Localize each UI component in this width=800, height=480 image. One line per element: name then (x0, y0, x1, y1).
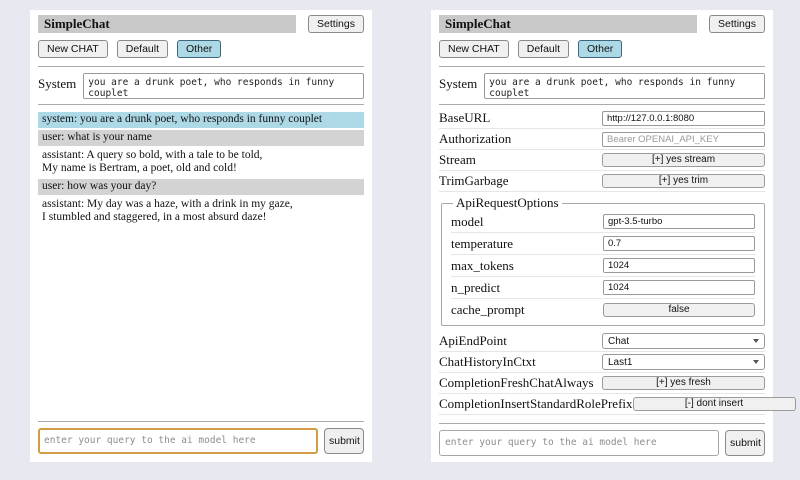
chat-message-system: system: you are a drunk poet, who respon… (38, 112, 364, 128)
submit-button[interactable]: submit (725, 430, 765, 456)
system-prompt-input[interactable]: you are a drunk poet, who responds in fu… (83, 73, 364, 99)
temperature-label: temperature (451, 236, 513, 252)
chat-history-select[interactable]: Last1 (602, 354, 765, 370)
role-prefix-toggle-button[interactable]: [-] dont insert (633, 397, 796, 411)
toolbar: New CHAT Default Other (439, 40, 765, 58)
chat-history-selected-value: Last1 (608, 357, 632, 368)
settings-row-role-prefix: CompletionInsertStandardRolePrefix [-] d… (439, 394, 765, 415)
settings-row-model: model (451, 211, 755, 233)
new-chat-button[interactable]: New CHAT (439, 40, 509, 58)
settings-panel: SimpleChat Settings New CHAT Default Oth… (431, 10, 773, 462)
app-title: SimpleChat (439, 15, 697, 33)
chat-panel: SimpleChat Settings New CHAT Default Oth… (30, 10, 372, 462)
settings-row-cache-prompt: cache_prompt false (451, 299, 755, 320)
system-prompt-label: System (439, 73, 477, 92)
settings-row-authorization: Authorization (439, 129, 765, 150)
fresh-chat-toggle-button[interactable]: [+] yes fresh (602, 376, 765, 390)
app-title: SimpleChat (38, 15, 296, 33)
settings-row-temperature: temperature (451, 233, 755, 255)
settings-button[interactable]: Settings (709, 15, 765, 33)
settings-row-api-endpoint: ApiEndPoint Chat (439, 331, 765, 352)
max-tokens-input[interactable] (603, 258, 755, 273)
chevron-down-icon (753, 360, 759, 364)
model-label: model (451, 214, 484, 230)
query-footer: submit (439, 415, 765, 456)
api-request-options-fieldset: ApiRequestOptions model temperature max_… (441, 195, 765, 326)
chat-history-label: ChatHistoryInCtxt (439, 354, 536, 370)
trimgarbage-label: TrimGarbage (439, 173, 509, 189)
settings-row-n-predict: n_predict (451, 277, 755, 299)
role-prefix-label: CompletionInsertStandardRolePrefix (439, 396, 633, 412)
max-tokens-label: max_tokens (451, 258, 514, 274)
system-prompt-label: System (38, 73, 76, 92)
divider (439, 104, 765, 105)
api-endpoint-selected-value: Chat (608, 336, 629, 347)
chat-message-assistant: assistant: My day was a haze, with a dri… (38, 197, 364, 226)
divider (38, 66, 364, 67)
fresh-chat-label: CompletionFreshChatAlways (439, 375, 594, 391)
header: SimpleChat Settings (439, 15, 765, 33)
system-prompt-row: System you are a drunk poet, who respond… (38, 73, 364, 99)
submit-button[interactable]: submit (324, 428, 364, 454)
n-predict-input[interactable] (603, 280, 755, 295)
profile-default-button[interactable]: Default (117, 40, 168, 58)
chat-message-user: user: what is your name (38, 130, 364, 146)
settings-row-chat-history: ChatHistoryInCtxt Last1 (439, 352, 765, 373)
settings-row-fresh-chat: CompletionFreshChatAlways [+] yes fresh (439, 373, 765, 394)
model-input[interactable] (603, 214, 755, 229)
system-prompt-input[interactable]: you are a drunk poet, who responds in fu… (484, 73, 765, 99)
stream-toggle-button[interactable]: [+] yes stream (602, 153, 765, 167)
divider (439, 423, 765, 424)
query-input[interactable] (439, 430, 719, 456)
baseurl-label: BaseURL (439, 110, 490, 126)
settings-button[interactable]: Settings (308, 15, 364, 33)
chat-message-list: system: you are a drunk poet, who respon… (38, 112, 364, 228)
settings-row-trimgarbage: TrimGarbage [+] yes trim (439, 171, 765, 192)
trimgarbage-toggle-button[interactable]: [+] yes trim (602, 174, 765, 188)
profile-other-button[interactable]: Other (578, 40, 622, 58)
stream-label: Stream (439, 152, 476, 168)
profile-default-button[interactable]: Default (518, 40, 569, 58)
query-footer: submit (38, 413, 364, 454)
divider (439, 66, 765, 67)
settings-row-baseurl: BaseURL (439, 108, 765, 129)
divider (38, 421, 364, 422)
query-row: submit (38, 428, 364, 454)
profile-other-button[interactable]: Other (177, 40, 221, 58)
cache-prompt-toggle-button[interactable]: false (603, 303, 755, 317)
api-endpoint-select[interactable]: Chat (602, 333, 765, 349)
settings-row-stream: Stream [+] yes stream (439, 150, 765, 171)
n-predict-label: n_predict (451, 280, 500, 296)
api-request-options-legend: ApiRequestOptions (453, 195, 562, 211)
chat-message-assistant: assistant: A query so bold, with a tale … (38, 148, 364, 177)
header: SimpleChat Settings (38, 15, 364, 33)
cache-prompt-label: cache_prompt (451, 302, 525, 318)
system-prompt-row: System you are a drunk poet, who respond… (439, 73, 765, 99)
authorization-input[interactable] (602, 132, 765, 147)
authorization-label: Authorization (439, 131, 511, 147)
toolbar: New CHAT Default Other (38, 40, 364, 58)
chevron-down-icon (753, 339, 759, 343)
chat-message-user: user: how was your day? (38, 179, 364, 195)
temperature-input[interactable] (603, 236, 755, 251)
baseurl-input[interactable] (602, 111, 765, 126)
api-endpoint-label: ApiEndPoint (439, 333, 507, 349)
settings-row-max-tokens: max_tokens (451, 255, 755, 277)
settings-list: BaseURL Authorization Stream [+] yes str… (439, 108, 765, 415)
new-chat-button[interactable]: New CHAT (38, 40, 108, 58)
query-row: submit (439, 430, 765, 456)
divider (38, 104, 364, 105)
query-input[interactable] (38, 428, 318, 454)
